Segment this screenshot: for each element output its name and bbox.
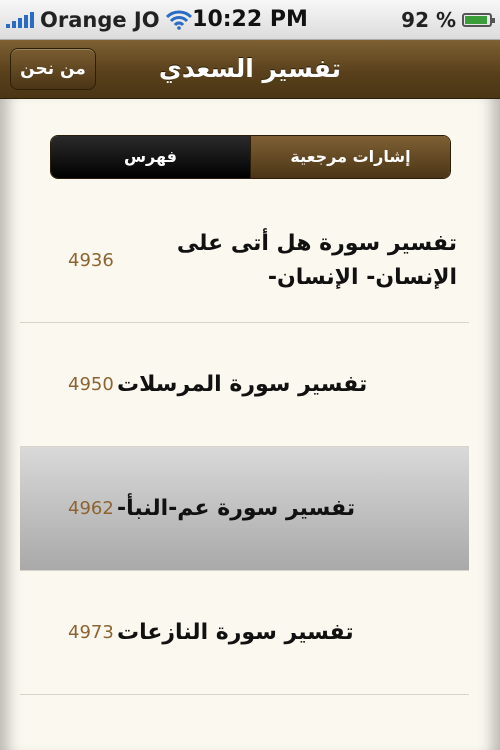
list-item-title: تفسير سورة النازعات bbox=[117, 619, 354, 645]
battery-fill bbox=[465, 16, 487, 24]
segment-index[interactable]: فهرس bbox=[51, 136, 250, 178]
list-item[interactable]: تفسير سورة المرسلات 4950 bbox=[20, 323, 469, 447]
list-item[interactable]: تفسير سورة النازعات 4973 bbox=[20, 571, 469, 695]
list-item-page: 4950 bbox=[68, 374, 114, 395]
battery-icon bbox=[462, 13, 495, 27]
about-us-button[interactable]: من نحن bbox=[10, 48, 96, 90]
segmented-control: فهرس إشارات مرجعية bbox=[50, 135, 451, 179]
list-item-selected[interactable]: تفسير سورة عم-النبأ- 4962 bbox=[20, 447, 469, 571]
list-item-title: تفسير سورة عم-النبأ- bbox=[117, 495, 356, 521]
list-item-page: 4936 bbox=[68, 250, 114, 271]
list-item-page: 4973 bbox=[68, 622, 114, 643]
segment-bookmarks[interactable]: إشارات مرجعية bbox=[250, 136, 450, 178]
status-bar: Orange JO 10:22 PM 92 % bbox=[0, 0, 500, 40]
list-item-title: تفسير سورة المرسلات bbox=[117, 371, 368, 397]
nav-bar: تفسير السعدي من نحن bbox=[0, 40, 500, 99]
content-area: فهرس إشارات مرجعية تفسير سورة هل أتى على… bbox=[0, 99, 500, 750]
list-item-title: تفسير سورة هل أتى على الإنسان- الإنسان- bbox=[176, 230, 457, 290]
list-item-page: 4962 bbox=[68, 498, 114, 519]
list-item[interactable]: تفسير سورة هل أتى على الإنسان- الإنسان- … bbox=[20, 199, 469, 323]
battery-percent: 92 % bbox=[401, 8, 456, 32]
status-right: 92 % bbox=[401, 0, 495, 40]
surah-list: تفسير سورة هل أتى على الإنسان- الإنسان- … bbox=[20, 199, 469, 695]
